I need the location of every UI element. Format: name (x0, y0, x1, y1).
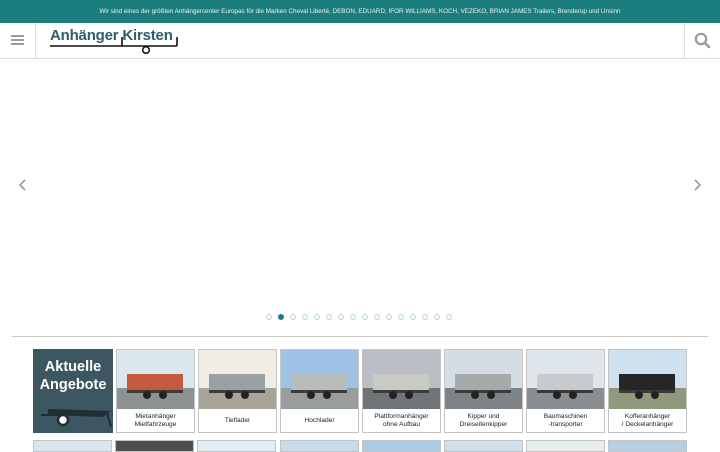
slider-dot[interactable] (386, 314, 392, 320)
category-tile-row2[interactable] (608, 440, 687, 452)
slider-dot[interactable] (326, 314, 332, 320)
search-icon (694, 32, 711, 49)
site-logo[interactable]: Anhänger Kirsten (50, 27, 180, 54)
category-image (117, 350, 194, 409)
announcement-text: Wir sind eines der größten Anhängercente… (99, 8, 621, 15)
category-image (199, 350, 276, 409)
slider-dot[interactable] (434, 314, 440, 320)
slider-dot[interactable] (374, 314, 380, 320)
category-label: Mietanhänger Mietfahrzeuge (134, 412, 177, 428)
search-button[interactable] (684, 23, 720, 58)
hamburger-icon (11, 35, 24, 37)
menu-button[interactable] (0, 23, 36, 58)
category-tile-row2[interactable] (444, 440, 523, 452)
category-image (281, 350, 358, 409)
slider-next-button[interactable] (689, 174, 705, 196)
slider-dot[interactable] (278, 314, 284, 320)
slider-dot[interactable] (350, 314, 356, 320)
category-label: Tieflader (224, 416, 251, 424)
category-image (363, 350, 440, 409)
category-tile-row2[interactable] (115, 440, 194, 452)
slider-dot[interactable] (290, 314, 296, 320)
slider-dot[interactable] (362, 314, 368, 320)
category-tile[interactable]: Kipper und Dreiseitenkipper (444, 349, 523, 433)
current-offers-tile[interactable]: Aktuelle Angebote (33, 349, 113, 433)
category-image (527, 350, 604, 409)
slider-dot[interactable] (302, 314, 308, 320)
category-tile[interactable]: Mietanhänger Mietfahrzeuge (116, 349, 195, 433)
section-divider (12, 336, 708, 337)
hero-slider (0, 59, 720, 325)
category-tile[interactable]: Hochlader (280, 349, 359, 433)
hamburger-icon-line (11, 43, 24, 45)
trailer-icon (41, 409, 112, 428)
hamburger-icon-line (11, 39, 24, 41)
category-tile[interactable]: Tieflader (198, 349, 277, 433)
slider-dot[interactable] (422, 314, 428, 320)
slider-dot[interactable] (446, 314, 452, 320)
category-label: Kipper und Dreiseitenkipper (459, 412, 508, 428)
category-image (445, 350, 522, 409)
slider-dot[interactable] (266, 314, 272, 320)
category-tile-row2[interactable] (33, 440, 112, 452)
category-tile-row2[interactable] (362, 440, 441, 452)
slider-dot[interactable] (338, 314, 344, 320)
category-label: Kofferanhänger / Deckelanhänger (621, 412, 674, 428)
category-tile-row2[interactable] (197, 440, 276, 452)
category-tile[interactable]: Plattformanhänger ohne Aufbau (362, 349, 441, 433)
category-tile-row2[interactable] (526, 440, 605, 452)
announcement-bar: Wir sind eines der größten Anhängercente… (0, 0, 720, 23)
category-tile-row2[interactable] (280, 440, 359, 452)
category-image (609, 350, 686, 409)
logo-trailer-graphic (50, 37, 178, 54)
slider-dot[interactable] (398, 314, 404, 320)
category-label: Hochlader (304, 416, 335, 424)
category-label: Plattformanhänger ohne Aufbau (374, 412, 429, 428)
slider-dot[interactable] (410, 314, 416, 320)
chevron-right-icon (694, 179, 702, 191)
chevron-left-icon (18, 179, 26, 191)
slider-prev-button[interactable] (15, 174, 31, 196)
category-tile[interactable]: Kofferanhänger / Deckelanhänger (608, 349, 687, 433)
category-label: Baumaschinen -transporter (543, 412, 588, 428)
site-header: Anhänger Kirsten (0, 23, 720, 59)
category-tile[interactable]: Baumaschinen -transporter (526, 349, 605, 433)
slider-dot[interactable] (314, 314, 320, 320)
